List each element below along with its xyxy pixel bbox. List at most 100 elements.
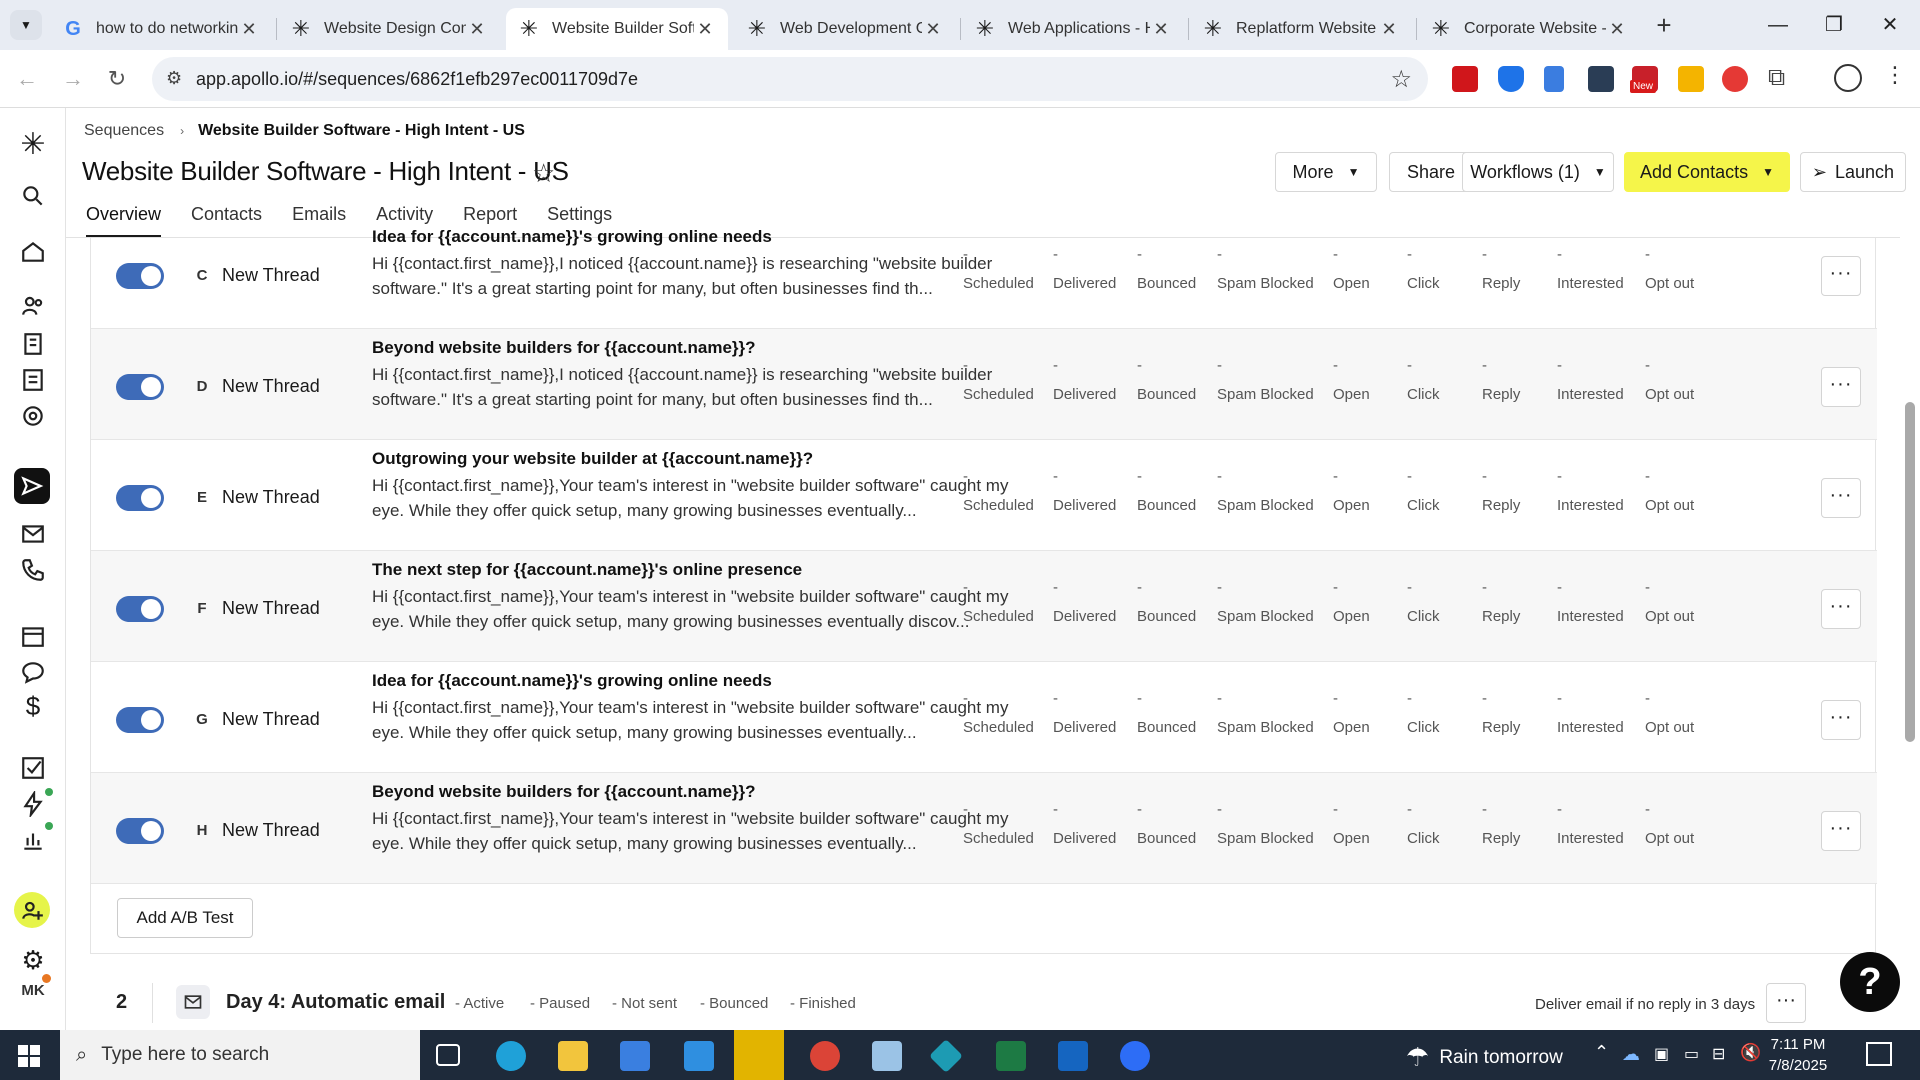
add-user-icon[interactable]: [14, 892, 50, 928]
system-clock[interactable]: 7:11 PM 7/8/2025: [1748, 1034, 1848, 1076]
companies-icon[interactable]: [19, 330, 47, 358]
email-icon[interactable]: [19, 520, 47, 548]
browser-tab[interactable]: ✳ Corporate Website - ✕: [1418, 8, 1640, 50]
sequences-icon[interactable]: [14, 468, 50, 504]
add-ab-test-button[interactable]: Add A/B Test: [117, 898, 253, 938]
mail-extension-icon[interactable]: New: [1630, 66, 1658, 93]
browser-tab[interactable]: ✳ Web Development C ✕: [734, 8, 956, 50]
launch-button[interactable]: ➢ Launch: [1800, 152, 1906, 192]
file-explorer-icon[interactable]: [558, 1041, 588, 1071]
close-tab-icon[interactable]: ✕: [238, 19, 260, 40]
variant-more-options-button[interactable]: ···: [1821, 700, 1861, 740]
excel-icon[interactable]: [996, 1041, 1026, 1071]
variant-row[interactable]: C New Thread Idea for {{account.name}}'s g…: [91, 218, 1877, 329]
onedrive-cloud-icon[interactable]: ☁: [1622, 1044, 1640, 1065]
close-tab-icon[interactable]: ✕: [1378, 19, 1400, 40]
browser-tab[interactable]: ✳ Website Design Com ✕: [278, 8, 500, 50]
browser-tab[interactable]: ✳ Replatform Website ✕: [1190, 8, 1412, 50]
settings-gear-icon[interactable]: ⚙: [19, 945, 47, 975]
folder-extension-icon[interactable]: [1588, 66, 1614, 92]
variant-more-options-button[interactable]: ···: [1821, 589, 1861, 629]
conversations-icon[interactable]: [19, 658, 47, 686]
store-icon[interactable]: [620, 1041, 650, 1071]
tab-search-dropdown-icon[interactable]: ▼: [10, 10, 42, 40]
close-tab-icon[interactable]: ✕: [922, 19, 944, 40]
back-icon[interactable]: ←: [10, 62, 44, 96]
variant-active-toggle[interactable]: [116, 596, 164, 622]
meet-icon[interactable]: ▣: [1654, 1044, 1669, 1064]
breadcrumb-root-link[interactable]: Sequences: [84, 122, 164, 140]
forward-icon[interactable]: →: [56, 62, 90, 96]
workflows-bolt-icon[interactable]: [19, 788, 53, 818]
workflows-button[interactable]: Workflows (1) ▼: [1462, 152, 1614, 192]
edge-browser-icon[interactable]: [496, 1041, 526, 1071]
taskbar-search-input[interactable]: ⌕ Type here to search: [60, 1030, 420, 1080]
tasks-icon[interactable]: [19, 754, 47, 782]
address-bar[interactable]: ⚙ app.apollo.io/#/sequences/6862f1efb297…: [152, 57, 1428, 101]
variant-active-toggle[interactable]: [116, 485, 164, 511]
variant-active-toggle[interactable]: [116, 263, 164, 289]
document-extension-icon[interactable]: [1544, 66, 1564, 92]
weather-widget[interactable]: ☂ Rain tomorrow: [1406, 1042, 1563, 1073]
browser-tab-active[interactable]: ✳ Website Builder Softw ✕: [506, 8, 728, 50]
lists-icon[interactable]: [19, 366, 47, 394]
people-icon[interactable]: [19, 292, 47, 320]
mail-app-icon[interactable]: [684, 1041, 714, 1071]
more-button[interactable]: More ▼: [1275, 152, 1377, 192]
close-tab-icon[interactable]: ✕: [466, 19, 488, 40]
phone-icon[interactable]: [19, 556, 47, 584]
variant-more-options-button[interactable]: ···: [1821, 256, 1861, 296]
home-icon[interactable]: [19, 238, 47, 266]
add-contacts-button[interactable]: Add Contacts ▼: [1624, 152, 1790, 192]
sticky-notes-icon[interactable]: [734, 1030, 784, 1080]
pokeball-extension-icon[interactable]: [1722, 66, 1748, 92]
close-window-icon[interactable]: ✕: [1862, 8, 1918, 42]
close-tab-icon[interactable]: ✕: [1606, 19, 1628, 40]
notepad-icon[interactable]: [872, 1041, 902, 1071]
variant-more-options-button[interactable]: ···: [1821, 478, 1861, 518]
network-icon[interactable]: ⊟: [1712, 1044, 1725, 1064]
close-tab-icon[interactable]: ✕: [694, 19, 716, 40]
scrollbar-thumb[interactable]: [1905, 402, 1915, 742]
deals-dollar-icon[interactable]: $: [19, 691, 47, 721]
variant-active-toggle[interactable]: [116, 374, 164, 400]
restore-icon[interactable]: ❐: [1806, 8, 1862, 42]
favorite-star-icon[interactable]: ☆: [532, 158, 555, 189]
step-more-options-button[interactable]: ···: [1766, 983, 1806, 1023]
notifications-icon[interactable]: [1866, 1042, 1892, 1066]
variant-active-toggle[interactable]: [116, 818, 164, 844]
reload-icon[interactable]: ↻: [100, 62, 134, 96]
variant-row[interactable]: H New Thread Beyond website builders for {…: [91, 773, 1877, 884]
vpn-icon[interactable]: [929, 1039, 963, 1073]
browser-tab[interactable]: ✳ Web Applications - H ✕: [962, 8, 1184, 50]
chrome-icon[interactable]: [810, 1041, 840, 1071]
browser-tab[interactable]: G how to do networking ✕: [50, 8, 272, 50]
shield-extension-icon[interactable]: [1498, 66, 1524, 92]
extensions-puzzle-icon[interactable]: ⧉: [1768, 64, 1785, 92]
variant-row[interactable]: D New Thread Beyond website builders for {…: [91, 329, 1877, 440]
zoom-icon[interactable]: [1120, 1041, 1150, 1071]
help-button[interactable]: ?: [1840, 952, 1900, 1012]
battery-icon[interactable]: ▭: [1684, 1044, 1699, 1064]
tray-chevron-up-icon[interactable]: ⌃: [1594, 1042, 1609, 1063]
search-icon[interactable]: [19, 182, 47, 210]
apollo-logo-icon[interactable]: ✳: [19, 128, 47, 161]
avatar[interactable]: MK: [19, 974, 51, 1004]
outlook-icon[interactable]: [1058, 1041, 1088, 1071]
task-view-icon[interactable]: [436, 1044, 460, 1066]
new-tab-icon[interactable]: +: [1648, 10, 1680, 42]
site-settings-icon[interactable]: ⚙: [166, 68, 182, 89]
data-enrichment-icon[interactable]: [19, 402, 47, 430]
analytics-icon[interactable]: [19, 822, 53, 854]
variant-more-options-button[interactable]: ···: [1821, 367, 1861, 407]
share-button[interactable]: Share: [1389, 152, 1473, 192]
bookmark-star-icon[interactable]: ☆: [1390, 65, 1412, 94]
close-tab-icon[interactable]: ✕: [1150, 19, 1172, 40]
tag-extension-icon[interactable]: [1678, 66, 1704, 92]
meetings-calendar-icon[interactable]: [19, 622, 47, 650]
variant-row[interactable]: G New Thread Idea for {{account.name}}'s g…: [91, 662, 1877, 773]
windows-start-icon[interactable]: [18, 1045, 40, 1067]
variant-row[interactable]: E New Thread Outgrowing your website build…: [91, 440, 1877, 551]
variant-row[interactable]: F New Thread The next step for {{account.n…: [91, 551, 1877, 662]
browser-menu-icon[interactable]: ⋮: [1884, 62, 1906, 88]
